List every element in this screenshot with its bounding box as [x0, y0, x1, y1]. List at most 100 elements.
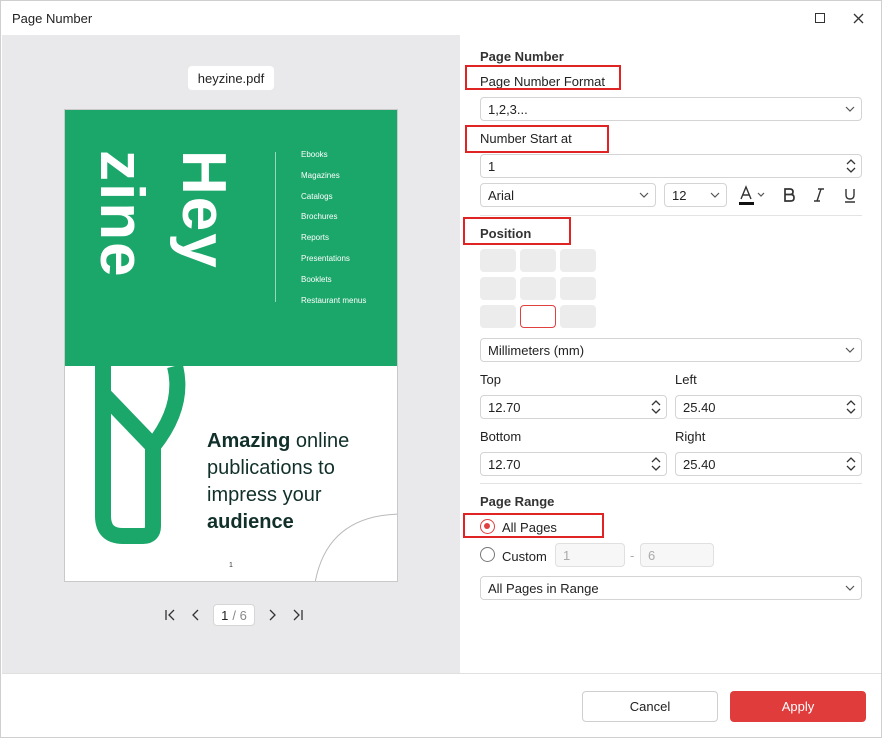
file-name-label: heyzine.pdf: [188, 66, 274, 90]
maximize-icon: [815, 13, 825, 23]
font-size-select[interactable]: 12: [664, 183, 727, 207]
logo-text-zine: zine: [87, 150, 156, 279]
close-icon: [853, 13, 863, 23]
chevron-down-icon: [845, 585, 855, 591]
range-dash: -: [630, 548, 635, 563]
dialog-footer: Cancel Apply: [2, 673, 881, 737]
cover-nav-item: Ebooks: [301, 150, 328, 159]
title-bar: Page Number: [1, 1, 881, 35]
tagline-bold: Amazing: [207, 430, 291, 452]
maximize-button[interactable]: [805, 5, 835, 31]
cover-nav-item: Presentations: [301, 253, 350, 263]
page-navigator: 1 / 6: [157, 603, 311, 627]
custom-range-label: Custom: [502, 549, 547, 564]
page-preview: Hey zine Ebooks Magazines Catalogs Broch…: [64, 109, 398, 582]
all-pages-label: All Pages: [502, 520, 557, 535]
format-value: 1,2,3...: [488, 101, 528, 117]
tagline-text: online: [290, 430, 350, 452]
settings-pane: Page Number Page Number Format 1,2,3... …: [460, 35, 881, 673]
position-bottom-center[interactable]: [520, 305, 556, 328]
page-number-preview: 1: [229, 562, 233, 569]
all-pages-radio[interactable]: [480, 519, 495, 534]
right-margin-label: Right: [675, 429, 706, 444]
prev-page-button[interactable]: [183, 603, 209, 627]
highlight-box: [463, 217, 571, 245]
underline-button[interactable]: [838, 183, 862, 207]
spinner-icon[interactable]: [846, 456, 856, 472]
position-top-left[interactable]: [480, 249, 516, 272]
page-number-dialog: Page Number heyzine.pdf Hey zine Ebooks …: [0, 0, 882, 738]
tagline-text: impress your: [207, 484, 322, 506]
position-bottom-left[interactable]: [480, 305, 516, 328]
page-input[interactable]: 1 / 6: [213, 604, 255, 626]
range-subset-select[interactable]: All Pages in Range: [480, 576, 862, 600]
apply-button[interactable]: Apply: [730, 691, 866, 722]
bold-icon: [784, 188, 795, 202]
spinner-icon[interactable]: [651, 456, 661, 472]
right-margin-input[interactable]: 25.40: [675, 452, 862, 476]
chevron-down-icon: [845, 106, 855, 112]
first-page-icon: [165, 609, 175, 621]
section-divider: [480, 483, 862, 484]
highlight-box: [465, 65, 621, 90]
tagline-bold: audience: [207, 511, 294, 533]
position-top-right[interactable]: [560, 249, 596, 272]
cover-nav-item: Catalogs: [301, 191, 333, 201]
cover-nav-item: Booklets: [301, 274, 332, 284]
left-margin-label: Left: [675, 372, 697, 387]
section-title-page-number: Page Number: [480, 49, 564, 64]
position-top-center[interactable]: [520, 249, 556, 272]
section-divider: [480, 215, 862, 216]
font-color-icon: [739, 185, 765, 205]
position-middle-center[interactable]: [520, 277, 556, 300]
custom-to-input[interactable]: 6: [640, 543, 714, 567]
italic-icon: [814, 188, 824, 202]
bottom-margin-input[interactable]: 12.70: [480, 452, 667, 476]
spinner-icon[interactable]: [651, 399, 661, 415]
bottom-margin-label: Bottom: [480, 429, 522, 444]
top-margin-input[interactable]: 12.70: [480, 395, 667, 419]
close-button[interactable]: [843, 5, 873, 31]
logo-text-hey: Hey: [169, 150, 238, 270]
page-range-label: Page Range: [480, 494, 555, 509]
format-select[interactable]: 1,2,3...: [480, 97, 862, 121]
font-select[interactable]: Arial: [480, 183, 656, 207]
bold-button[interactable]: [777, 183, 801, 207]
right-margin-value: 25.40: [683, 456, 716, 472]
unit-select[interactable]: Millimeters (mm): [480, 338, 862, 362]
chevron-right-icon: [269, 609, 276, 621]
heyzine-logo: Hey zine: [87, 150, 238, 279]
start-number-input[interactable]: 1: [480, 154, 862, 178]
cover-nav-list: Ebooks Magazines Catalogs Brochures Repo…: [301, 150, 366, 316]
range-subset-value: All Pages in Range: [488, 580, 599, 596]
spinner-icon[interactable]: [846, 399, 856, 415]
position-middle-left[interactable]: [480, 277, 516, 300]
last-page-button[interactable]: [285, 603, 311, 627]
position-bottom-right[interactable]: [560, 305, 596, 328]
spinner-icon[interactable]: [846, 158, 856, 174]
custom-from-value: 1: [563, 547, 571, 563]
highlight-box: [465, 125, 609, 153]
current-page: 1: [221, 607, 229, 623]
first-page-button[interactable]: [157, 603, 183, 627]
banner-divider: [275, 152, 276, 302]
cover-nav-item: Reports: [301, 233, 330, 243]
italic-button[interactable]: [807, 183, 831, 207]
left-margin-input[interactable]: 25.40: [675, 395, 862, 419]
cover-nav-item: Brochures: [301, 212, 338, 222]
cover-nav-item: Magazines: [301, 170, 340, 180]
custom-range-radio[interactable]: [480, 547, 495, 562]
next-page-button[interactable]: [259, 603, 285, 627]
cancel-button[interactable]: Cancel: [582, 691, 718, 722]
custom-from-input[interactable]: 1: [555, 543, 625, 567]
chevron-left-icon: [192, 609, 199, 621]
top-margin-label: Top: [480, 372, 501, 387]
position-middle-right[interactable]: [560, 277, 596, 300]
font-color-button[interactable]: [736, 183, 770, 207]
unit-value: Millimeters (mm): [488, 342, 585, 358]
last-page-icon: [293, 609, 303, 621]
bottom-margin-value: 12.70: [488, 456, 521, 472]
start-value: 1: [488, 158, 496, 174]
total-pages: / 6: [232, 607, 247, 623]
dialog-title: Page Number: [12, 11, 93, 26]
